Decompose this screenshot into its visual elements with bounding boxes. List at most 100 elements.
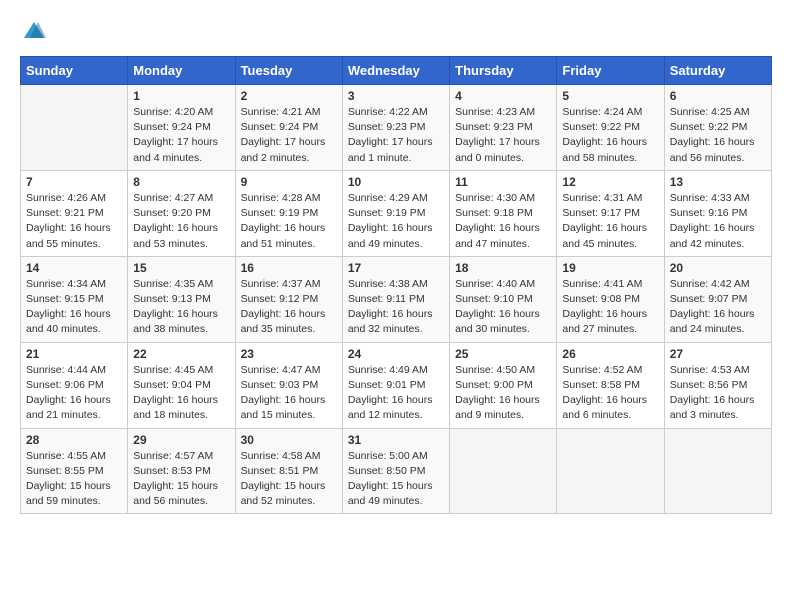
day-info: Sunrise: 4:20 AM Sunset: 9:24 PM Dayligh… xyxy=(133,105,229,166)
day-info: Sunrise: 4:31 AM Sunset: 9:17 PM Dayligh… xyxy=(562,191,658,252)
header xyxy=(20,18,772,46)
day-number: 4 xyxy=(455,89,551,103)
day-info: Sunrise: 4:23 AM Sunset: 9:23 PM Dayligh… xyxy=(455,105,551,166)
day-info: Sunrise: 4:52 AM Sunset: 8:58 PM Dayligh… xyxy=(562,363,658,424)
day-number: 20 xyxy=(670,261,766,275)
day-number: 10 xyxy=(348,175,444,189)
day-info: Sunrise: 4:55 AM Sunset: 8:55 PM Dayligh… xyxy=(26,449,122,510)
calendar-cell: 20 Sunrise: 4:42 AM Sunset: 9:07 PM Dayli… xyxy=(664,256,771,342)
calendar-cell: 7Sunrise: 4:26 AM Sunset: 9:21 PM Daylig… xyxy=(21,170,128,256)
day-info: Sunrise: 4:21 AM Sunset: 9:24 PM Dayligh… xyxy=(241,105,337,166)
calendar-cell: 1Sunrise: 4:20 AM Sunset: 9:24 PM Daylig… xyxy=(128,85,235,171)
calendar-cell: 22 Sunrise: 4:45 AM Sunset: 9:04 PM Dayli… xyxy=(128,342,235,428)
calendar-week-row: 21 Sunrise: 4:44 AM Sunset: 9:06 PM Dayli… xyxy=(21,342,772,428)
day-number: 30 xyxy=(241,433,337,447)
day-number: 6 xyxy=(670,89,766,103)
day-info: Sunrise: 4:53 AM Sunset: 8:56 PM Dayligh… xyxy=(670,363,766,424)
day-info: Sunrise: 4:27 AM Sunset: 9:20 PM Dayligh… xyxy=(133,191,229,252)
day-info: Sunrise: 4:45 AM Sunset: 9:04 PM Dayligh… xyxy=(133,363,229,424)
day-number: 13 xyxy=(670,175,766,189)
day-number: 8 xyxy=(133,175,229,189)
calendar-cell: 2 Sunrise: 4:21 AM Sunset: 9:24 PM Daylig… xyxy=(235,85,342,171)
calendar-cell: 21 Sunrise: 4:44 AM Sunset: 9:06 PM Dayli… xyxy=(21,342,128,428)
day-info: Sunrise: 4:22 AM Sunset: 9:23 PM Dayligh… xyxy=(348,105,444,166)
page: SundayMondayTuesdayWednesdayThursdayFrid… xyxy=(0,0,792,612)
calendar-cell: 24 Sunrise: 4:49 AM Sunset: 9:01 PM Dayli… xyxy=(342,342,449,428)
calendar-week-row: 28 Sunrise: 4:55 AM Sunset: 8:55 PM Dayli… xyxy=(21,428,772,514)
logo-icon xyxy=(20,18,48,46)
day-number: 23 xyxy=(241,347,337,361)
day-info: Sunrise: 4:49 AM Sunset: 9:01 PM Dayligh… xyxy=(348,363,444,424)
calendar-cell: 18 Sunrise: 4:40 AM Sunset: 9:10 PM Dayli… xyxy=(450,256,557,342)
day-info: Sunrise: 4:28 AM Sunset: 9:19 PM Dayligh… xyxy=(241,191,337,252)
day-number: 16 xyxy=(241,261,337,275)
calendar-table: SundayMondayTuesdayWednesdayThursdayFrid… xyxy=(20,56,772,514)
calendar-cell xyxy=(664,428,771,514)
day-number: 21 xyxy=(26,347,122,361)
day-info: Sunrise: 4:34 AM Sunset: 9:15 PM Dayligh… xyxy=(26,277,122,338)
day-number: 15 xyxy=(133,261,229,275)
calendar-cell: 17 Sunrise: 4:38 AM Sunset: 9:11 PM Dayli… xyxy=(342,256,449,342)
day-info: Sunrise: 4:24 AM Sunset: 9:22 PM Dayligh… xyxy=(562,105,658,166)
calendar-cell: 19Sunrise: 4:41 AM Sunset: 9:08 PM Dayli… xyxy=(557,256,664,342)
day-info: Sunrise: 4:37 AM Sunset: 9:12 PM Dayligh… xyxy=(241,277,337,338)
day-info: Sunrise: 4:58 AM Sunset: 8:51 PM Dayligh… xyxy=(241,449,337,510)
header-day: Wednesday xyxy=(342,57,449,85)
day-number: 18 xyxy=(455,261,551,275)
header-row: SundayMondayTuesdayWednesdayThursdayFrid… xyxy=(21,57,772,85)
day-info: Sunrise: 4:57 AM Sunset: 8:53 PM Dayligh… xyxy=(133,449,229,510)
day-info: Sunrise: 4:30 AM Sunset: 9:18 PM Dayligh… xyxy=(455,191,551,252)
calendar-week-row: 1Sunrise: 4:20 AM Sunset: 9:24 PM Daylig… xyxy=(21,85,772,171)
calendar-cell: 31Sunrise: 5:00 AM Sunset: 8:50 PM Dayli… xyxy=(342,428,449,514)
calendar-cell xyxy=(21,85,128,171)
calendar-cell: 16 Sunrise: 4:37 AM Sunset: 9:12 PM Dayli… xyxy=(235,256,342,342)
calendar-cell: 10 Sunrise: 4:29 AM Sunset: 9:19 PM Dayli… xyxy=(342,170,449,256)
calendar-cell: 5 Sunrise: 4:24 AM Sunset: 9:22 PM Daylig… xyxy=(557,85,664,171)
calendar-cell xyxy=(450,428,557,514)
day-info: Sunrise: 4:25 AM Sunset: 9:22 PM Dayligh… xyxy=(670,105,766,166)
calendar-cell: 25Sunrise: 4:50 AM Sunset: 9:00 PM Dayli… xyxy=(450,342,557,428)
calendar-cell: 29Sunrise: 4:57 AM Sunset: 8:53 PM Dayli… xyxy=(128,428,235,514)
day-info: Sunrise: 4:38 AM Sunset: 9:11 PM Dayligh… xyxy=(348,277,444,338)
calendar-cell xyxy=(557,428,664,514)
calendar-cell: 3 Sunrise: 4:22 AM Sunset: 9:23 PM Daylig… xyxy=(342,85,449,171)
day-info: Sunrise: 4:40 AM Sunset: 9:10 PM Dayligh… xyxy=(455,277,551,338)
calendar-body: 1Sunrise: 4:20 AM Sunset: 9:24 PM Daylig… xyxy=(21,85,772,514)
day-number: 25 xyxy=(455,347,551,361)
calendar-cell: 4 Sunrise: 4:23 AM Sunset: 9:23 PM Daylig… xyxy=(450,85,557,171)
calendar-cell: 15 Sunrise: 4:35 AM Sunset: 9:13 PM Dayli… xyxy=(128,256,235,342)
day-info: Sunrise: 4:42 AM Sunset: 9:07 PM Dayligh… xyxy=(670,277,766,338)
day-number: 5 xyxy=(562,89,658,103)
day-info: Sunrise: 4:35 AM Sunset: 9:13 PM Dayligh… xyxy=(133,277,229,338)
calendar-cell: 26Sunrise: 4:52 AM Sunset: 8:58 PM Dayli… xyxy=(557,342,664,428)
header-day: Sunday xyxy=(21,57,128,85)
day-number: 11 xyxy=(455,175,551,189)
day-number: 17 xyxy=(348,261,444,275)
day-number: 28 xyxy=(26,433,122,447)
calendar-cell: 11 Sunrise: 4:30 AM Sunset: 9:18 PM Dayli… xyxy=(450,170,557,256)
header-day: Thursday xyxy=(450,57,557,85)
day-info: Sunrise: 4:29 AM Sunset: 9:19 PM Dayligh… xyxy=(348,191,444,252)
calendar-week-row: 14 Sunrise: 4:34 AM Sunset: 9:15 PM Dayli… xyxy=(21,256,772,342)
calendar-week-row: 7Sunrise: 4:26 AM Sunset: 9:21 PM Daylig… xyxy=(21,170,772,256)
header-day: Saturday xyxy=(664,57,771,85)
calendar-cell: 27 Sunrise: 4:53 AM Sunset: 8:56 PM Dayli… xyxy=(664,342,771,428)
day-number: 12 xyxy=(562,175,658,189)
day-number: 2 xyxy=(241,89,337,103)
day-number: 9 xyxy=(241,175,337,189)
day-info: Sunrise: 4:47 AM Sunset: 9:03 PM Dayligh… xyxy=(241,363,337,424)
day-number: 14 xyxy=(26,261,122,275)
calendar-cell: 30 Sunrise: 4:58 AM Sunset: 8:51 PM Dayli… xyxy=(235,428,342,514)
day-number: 27 xyxy=(670,347,766,361)
logo xyxy=(20,18,52,46)
day-info: Sunrise: 5:00 AM Sunset: 8:50 PM Dayligh… xyxy=(348,449,444,510)
calendar-cell: 8 Sunrise: 4:27 AM Sunset: 9:20 PM Daylig… xyxy=(128,170,235,256)
calendar-cell: 12 Sunrise: 4:31 AM Sunset: 9:17 PM Dayli… xyxy=(557,170,664,256)
header-day: Monday xyxy=(128,57,235,85)
header-day: Tuesday xyxy=(235,57,342,85)
day-number: 3 xyxy=(348,89,444,103)
day-info: Sunrise: 4:33 AM Sunset: 9:16 PM Dayligh… xyxy=(670,191,766,252)
day-number: 24 xyxy=(348,347,444,361)
day-number: 22 xyxy=(133,347,229,361)
day-info: Sunrise: 4:44 AM Sunset: 9:06 PM Dayligh… xyxy=(26,363,122,424)
